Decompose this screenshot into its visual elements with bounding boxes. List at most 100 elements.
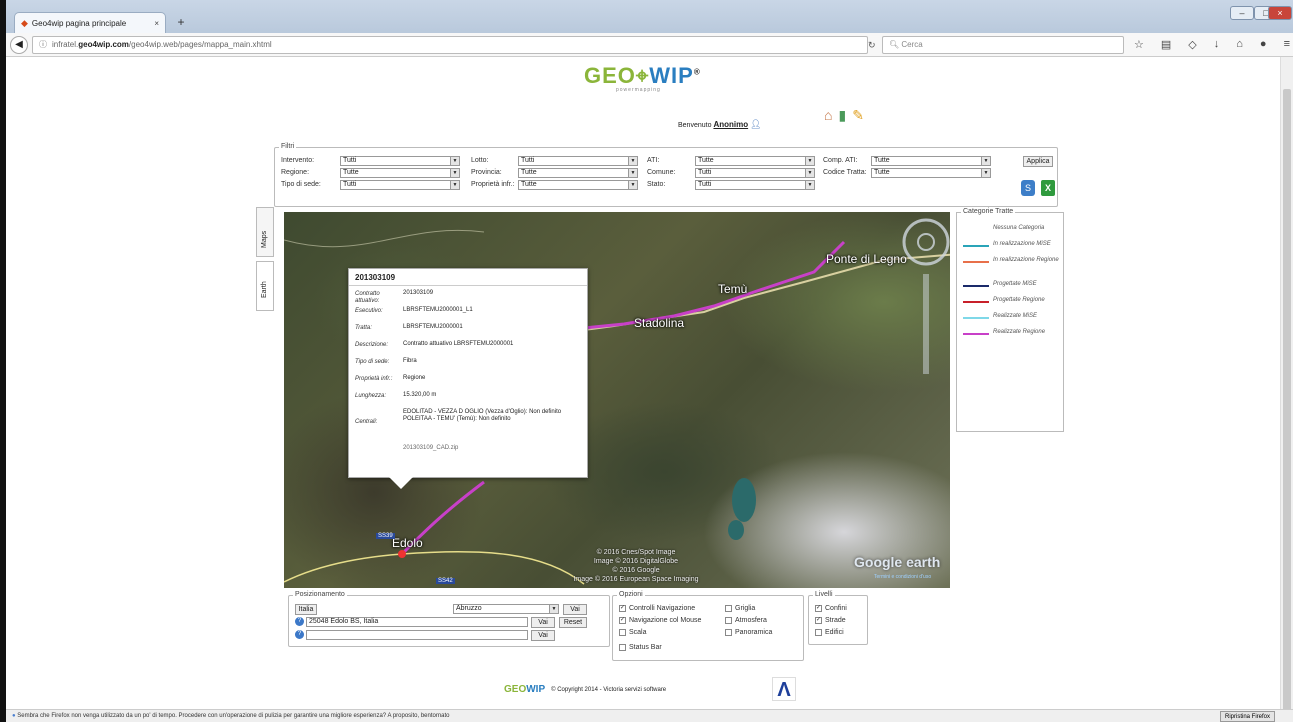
checkbox[interactable]: ✓ (815, 605, 822, 612)
username-link[interactable]: Anonimo (713, 120, 748, 129)
victoria-logo-icon: Λ (772, 677, 796, 701)
comune-select[interactable]: Tutti ▼ (695, 168, 815, 178)
opzioni-legend: Opzioni (617, 591, 645, 598)
zoom-slider[interactable] (923, 274, 929, 374)
regione-select[interactable]: Tutte ▼ (340, 168, 460, 178)
checkbox[interactable] (815, 629, 822, 636)
help-icon[interactable]: ? (295, 630, 304, 639)
home-settings-icon[interactable]: ⌂ (824, 107, 832, 124)
reset-button[interactable]: Reset (559, 617, 587, 628)
scrollbar-thumb[interactable] (1283, 89, 1291, 717)
url-bar[interactable]: ⓘ infratel.geo4wip.com/geo4wip.web/pages… (32, 36, 868, 54)
location-marker-icon[interactable] (398, 550, 406, 558)
chevron-down-icon: ▼ (450, 157, 459, 165)
chevron-down-icon: ▼ (805, 181, 814, 189)
pencil-icon[interactable]: ✎ (852, 107, 864, 124)
popup-value: LBRSFTEMU2000001_L1 (403, 307, 473, 313)
popup-details-table: Contratto attuativo: 201303109 Esecutivo:… (355, 290, 573, 462)
italia-button[interactable]: Italia (295, 604, 317, 615)
option-controlli-navigazione[interactable]: ✓ Controlli Navigazione (619, 605, 695, 612)
info-icon[interactable]: ⓘ (39, 37, 47, 53)
provincia-select[interactable]: Tutte ▼ (518, 168, 638, 178)
popup-row: Centrali: EDOLITAD - VEZZA D OGLIO (Vezza… (355, 409, 573, 445)
checkbox[interactable] (725, 617, 732, 624)
search-input[interactable]: 🔍︎ Cerca (882, 36, 1124, 54)
chat-icon[interactable]: ● (1260, 38, 1267, 51)
layer-edifici[interactable]: Edifici (815, 629, 844, 636)
tab-maps[interactable]: Maps (256, 207, 274, 257)
help-icon[interactable]: ? (295, 617, 304, 626)
logo-subtitle: powermapping (616, 87, 661, 93)
navigation-control-inner[interactable] (917, 233, 935, 251)
vertical-scrollbar[interactable] (1280, 57, 1293, 717)
vai-region-button[interactable]: Vai (563, 604, 587, 615)
codice-tratta-select[interactable]: Tutte ▼ (871, 168, 991, 178)
comune-label: Comune: (647, 169, 676, 176)
popup-key: Contratto attuativo: (355, 291, 380, 304)
pocket-icon[interactable]: ◇ (1188, 38, 1196, 51)
comp-ati-select[interactable]: Tutte ▼ (871, 156, 991, 166)
popup-key: Tratta: (355, 325, 372, 331)
layer-label: Edifici (825, 629, 844, 636)
export-excel-icon[interactable]: X (1041, 180, 1055, 196)
option-scala[interactable]: Scala (619, 629, 647, 636)
vai-coordinates-button[interactable]: Vai (531, 630, 555, 641)
checkbox[interactable]: ✓ (815, 617, 822, 624)
posizionamento-panel: Posizionamento Italia Abruzzo ▼ Vai ? 250… (288, 591, 610, 647)
address-input[interactable]: 25048 Edolo BS, Italia (306, 617, 528, 627)
option-navigazione-mouse[interactable]: ✓ Navigazione col Mouse (619, 617, 701, 624)
checkbox[interactable] (619, 644, 626, 651)
ati-select[interactable]: Tutte ▼ (695, 156, 815, 166)
home-icon[interactable]: ⌂ (1236, 38, 1243, 51)
codice-tratta-label: Codice Tratta: (823, 169, 867, 176)
option-status-bar[interactable]: Status Bar (619, 644, 662, 651)
vai-address-button[interactable]: Vai (531, 617, 555, 628)
download-icon[interactable]: ↓ (1214, 38, 1220, 51)
legend-item: Progettate Regione (963, 297, 1063, 307)
new-tab-button[interactable]: + (172, 15, 190, 30)
layer-confini[interactable]: ✓ Confini (815, 605, 847, 612)
checkbox[interactable] (619, 629, 626, 636)
earth-map-view[interactable]: Ponte di Legno Temù Stadolina Edolo SS39… (284, 212, 950, 588)
popup-value: Regione (403, 375, 426, 381)
export-shapefile-icon[interactable]: S (1021, 180, 1035, 196)
proprieta-select[interactable]: Tutte ▼ (518, 180, 638, 190)
intervento-select[interactable]: Tutti ▼ (340, 156, 460, 166)
menu-icon[interactable]: ≡ (1284, 38, 1290, 51)
minimize-button[interactable]: – (1230, 6, 1254, 20)
chevron-down-icon: ▼ (981, 157, 990, 165)
option-panoramica[interactable]: Panoramica (725, 629, 772, 636)
browser-tab[interactable]: ◆ Geo4wip pagina principale × (14, 12, 166, 33)
chevron-down-icon: ▼ (628, 157, 637, 165)
close-window-button[interactable]: × (1268, 6, 1292, 20)
bookmark-star-icon[interactable]: ☆ (1134, 38, 1144, 51)
checkbox[interactable]: ✓ (619, 605, 626, 612)
checkbox[interactable] (725, 605, 732, 612)
option-label: Controlli Navigazione (629, 605, 696, 612)
tab-earth[interactable]: Earth (256, 261, 274, 311)
tipo-sede-select[interactable]: Tutti ▼ (340, 180, 460, 190)
browser-window: ◆ Geo4wip pagina principale × + – □ × ◀ … (6, 0, 1293, 722)
reading-list-icon[interactable]: ▤ (1161, 38, 1171, 51)
region-select[interactable]: Abruzzo ▼ (453, 604, 559, 614)
reset-firefox-button[interactable]: Ripristina Firefox (1219, 711, 1275, 722)
terms-link[interactable]: Termini e condizioni d'uso (874, 574, 931, 580)
lotto-select[interactable]: Tutti ▼ (518, 156, 638, 166)
reload-icon[interactable]: ↻ (868, 40, 876, 51)
close-tab-icon[interactable]: × (154, 19, 159, 28)
tratta-line-realizzate-regione[interactable] (583, 240, 846, 330)
exit-icon[interactable]: ▮ (838, 107, 846, 124)
cad-download-link[interactable]: 201303109_CAD.zip (403, 445, 573, 462)
layer-strade[interactable]: ✓ Strade (815, 617, 846, 624)
option-atmosfera[interactable]: Atmosfera (725, 617, 767, 624)
stato-select[interactable]: Tutti ▼ (695, 180, 815, 190)
coordinates-input[interactable] (306, 630, 528, 640)
apply-button[interactable]: Applica (1023, 156, 1053, 167)
option-griglia[interactable]: Griglia (725, 605, 755, 612)
popup-key: Tipo di sede: (355, 359, 390, 365)
checkbox[interactable] (725, 629, 732, 636)
app-logo: GEO⌖WIP® powermapping (584, 63, 701, 93)
stato-value: Tutti (698, 181, 712, 188)
checkbox[interactable]: ✓ (619, 617, 626, 624)
back-button[interactable]: ◀ (10, 36, 28, 54)
